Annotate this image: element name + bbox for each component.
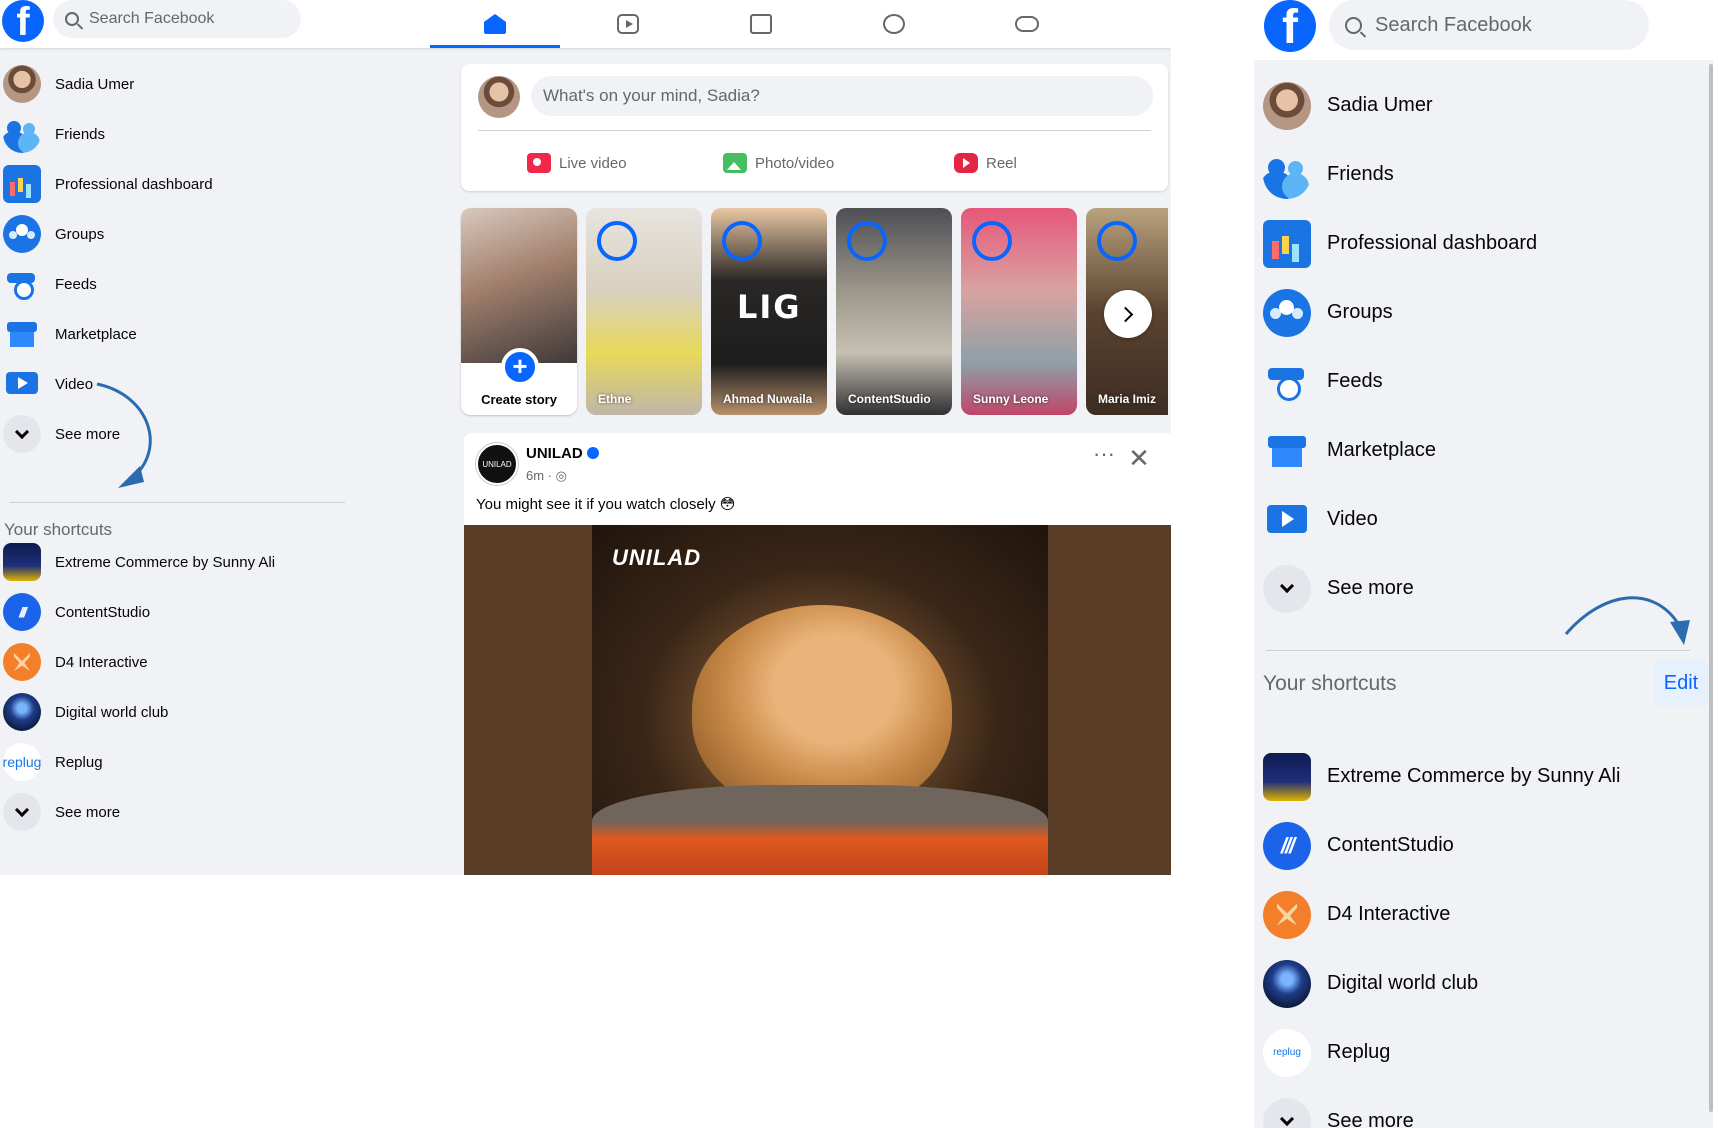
shortcut-label: ContentStudio (1327, 834, 1454, 856)
verified-badge-icon (586, 447, 599, 459)
create-story-label: Create story (481, 392, 557, 407)
create-story-card[interactable]: + Create story (461, 208, 577, 415)
post-text: You might see it if you watch closely 😳 (476, 496, 736, 513)
digital-world-club-logo (1263, 959, 1311, 1008)
reel-button[interactable]: Reel (954, 146, 1017, 180)
annotation-arrow-left-head (118, 466, 144, 488)
shortcut-extreme-commerce[interactable]: Extreme Commerce by Sunny Ali (1254, 742, 1620, 811)
shortcuts-see-more[interactable]: See more (1254, 1087, 1414, 1128)
story-avatar-ring (597, 221, 637, 261)
post-media[interactable]: UNILAD (464, 525, 1171, 875)
media-brand-watermark: UNILAD (612, 545, 702, 570)
composer-divider (478, 130, 1151, 131)
shortcut-contentstudio[interactable]: /// ContentStudio (1254, 811, 1454, 880)
post-author-avatar[interactable]: UNILAD (476, 443, 518, 485)
photo-video-icon (723, 153, 747, 173)
story-overlay-text: LIG (737, 288, 802, 326)
story-label: Maria Imiz (1098, 392, 1157, 406)
post-video-frame: UNILAD (592, 525, 1048, 875)
annotation-arrow-right (1564, 596, 1690, 645)
post-timestamp[interactable]: 6m · ◎ (526, 468, 567, 484)
story-card[interactable]: LIG Ahmad Nuwaila (711, 208, 827, 415)
story-label: Ethne (598, 392, 632, 406)
stories-next-button[interactable] (1104, 290, 1152, 338)
story-avatar-ring (972, 221, 1012, 261)
story-avatar-ring (1097, 221, 1137, 261)
shortcut-replug[interactable]: replug Replug (1254, 1018, 1390, 1087)
shortcut-label: Extreme Commerce by Sunny Ali (1327, 765, 1621, 787)
shortcut-label: Replug (1327, 1041, 1391, 1063)
dog-bed-image (592, 785, 1048, 875)
live-video-label: Live video (559, 154, 627, 172)
story-avatar-ring (722, 221, 762, 261)
annotation-arrow-right-head (1670, 620, 1690, 645)
story-card[interactable]: Sunny Leone (961, 208, 1077, 415)
story-label: Sunny Leone (973, 392, 1049, 406)
post-composer: What's on your mind, Sadia? Live video P… (461, 64, 1168, 191)
photo-video-label: Photo/video (755, 154, 835, 172)
chevron-right-icon (1117, 306, 1133, 322)
extreme-commerce-logo (1263, 752, 1311, 801)
story-card[interactable]: Ethne (586, 208, 702, 415)
post-author-name[interactable]: UNILAD (526, 445, 599, 462)
plus-icon: + (501, 348, 539, 386)
feed-post: UNILAD UNILAD 6m · ◎ ··· ✕ You might see… (464, 433, 1171, 875)
story-card[interactable]: ContentStudio (836, 208, 952, 415)
shortcut-digital-world-club[interactable]: Digital world club (1254, 949, 1478, 1018)
photo-video-button[interactable]: Photo/video (723, 146, 834, 180)
composer-input[interactable]: What's on your mind, Sadia? (531, 76, 1153, 116)
story-label: ContentStudio (848, 392, 931, 406)
post-more-button[interactable]: ··· (1089, 443, 1119, 473)
reel-label: Reel (986, 154, 1017, 172)
shortcut-label: See more (1327, 1110, 1414, 1128)
right-screenshot: f Search Facebook Sadia Umer Friends Pro… (1254, 0, 1718, 1128)
annotation-arrow-left-path (96, 382, 152, 482)
left-screenshot: f Search Facebook Sadia Umer Friends Pro… (0, 0, 1171, 875)
chevron-down-icon (1263, 1097, 1311, 1128)
live-video-button[interactable]: Live video (527, 146, 627, 180)
reel-icon (954, 153, 978, 173)
annotation-arrow-right-path (1564, 596, 1681, 635)
replug-logo: replug (1263, 1028, 1311, 1077)
sleeping-dog-image (692, 605, 952, 815)
live-video-icon (527, 153, 551, 173)
shortcut-d4-interactive[interactable]: D4 Interactive (1254, 880, 1450, 949)
d4-interactive-logo (1263, 890, 1311, 939)
post-close-button[interactable]: ✕ (1124, 443, 1154, 473)
post-author-text: UNILAD (526, 445, 583, 462)
composer-avatar (478, 76, 520, 118)
contentstudio-logo: /// (1263, 821, 1311, 870)
shortcut-label: D4 Interactive (1327, 903, 1451, 925)
create-story-photo (461, 208, 577, 363)
shortcut-label: Digital world club (1327, 972, 1479, 994)
story-avatar-ring (847, 221, 887, 261)
story-label: Ahmad Nuwaila (723, 392, 813, 406)
